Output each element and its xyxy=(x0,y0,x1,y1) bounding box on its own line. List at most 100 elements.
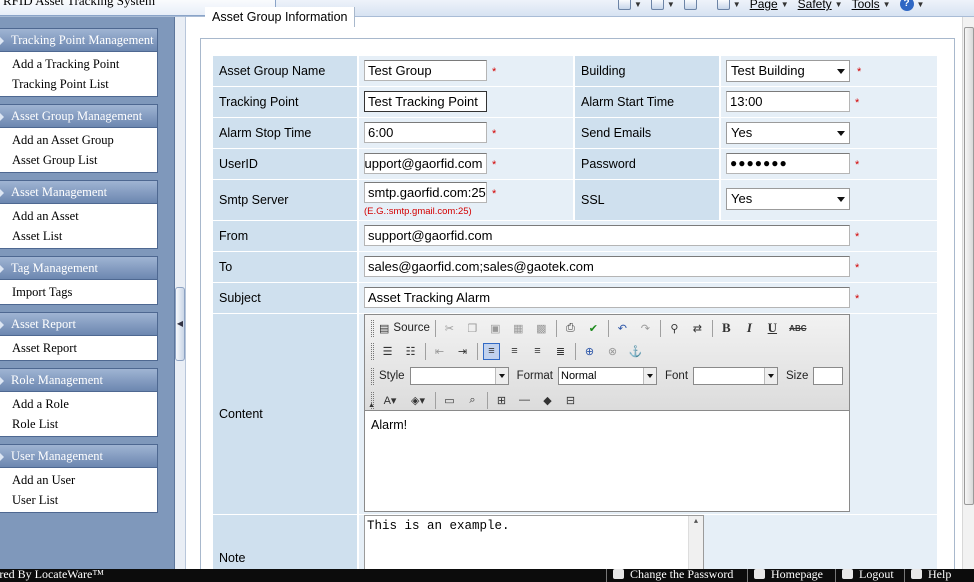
menu-header[interactable]: User Management xyxy=(0,444,158,468)
sidebar-item-add-user[interactable]: Add an User xyxy=(12,470,157,490)
sidebar-item-import-tags[interactable]: Import Tags xyxy=(12,282,157,302)
sidebar-item-add-tracking-point[interactable]: Add a Tracking Point xyxy=(12,54,157,74)
note-scrollbar[interactable]: ▲ xyxy=(688,516,703,574)
paste-text-icon[interactable]: ▦ xyxy=(510,320,527,337)
undo-icon[interactable]: ↶ xyxy=(614,320,631,337)
link-icon[interactable]: ⊕ xyxy=(581,343,598,360)
anchor-icon[interactable]: ⚓ xyxy=(627,343,644,360)
sidebar-item-asset-list[interactable]: Asset List xyxy=(12,226,157,246)
from-input[interactable]: support@gaorfid.com xyxy=(364,225,850,246)
cut-icon[interactable]: ✂ xyxy=(441,320,458,337)
align-center-icon[interactable]: ≡ xyxy=(506,343,523,360)
safety-menu[interactable]: Safety xyxy=(798,0,832,11)
unlink-icon[interactable]: ⊗ xyxy=(604,343,621,360)
text-color-icon[interactable]: A▾ xyxy=(379,392,401,409)
menu-header[interactable]: Tracking Point Management xyxy=(0,28,158,52)
source-button[interactable]: Source xyxy=(393,322,429,334)
menu-header[interactable]: Asset Management xyxy=(0,180,158,204)
collapse-sidebar-handle[interactable]: ◀ xyxy=(175,287,185,361)
tools-menu[interactable]: Tools xyxy=(852,0,880,11)
strikethrough-button[interactable]: ABC xyxy=(787,320,809,337)
sidebar-item-asset-group-list[interactable]: Asset Group List xyxy=(12,150,157,170)
replace-icon[interactable]: ⇄ xyxy=(689,320,706,337)
horizontal-rule-icon[interactable]: ― xyxy=(516,392,533,409)
scrollbar-thumb[interactable] xyxy=(964,27,974,505)
chevron-down-icon[interactable]: ▼ xyxy=(781,0,789,9)
numbered-list-icon[interactable]: ☰ xyxy=(379,343,396,360)
subject-input[interactable]: Asset Tracking Alarm xyxy=(364,287,850,308)
feed-icon[interactable] xyxy=(650,0,664,10)
alarm-start-input[interactable]: 13:00 xyxy=(726,91,850,112)
chevron-down-icon[interactable]: ▼ xyxy=(667,0,675,9)
outdent-icon[interactable]: ⇤ xyxy=(431,343,448,360)
sidebar-item-user-list[interactable]: User List xyxy=(12,490,157,510)
copy-icon[interactable]: ❐ xyxy=(464,320,481,337)
format-select[interactable]: Normal xyxy=(558,367,657,385)
background-color-icon[interactable]: ◈▾ xyxy=(407,392,429,409)
table-icon[interactable]: ⊞ xyxy=(493,392,510,409)
print-icon[interactable] xyxy=(716,0,730,10)
help-link[interactable]: Help xyxy=(904,569,951,582)
userid-input[interactable]: support@gaorfid.com xyxy=(364,153,487,174)
bulleted-list-icon[interactable]: ☷ xyxy=(402,343,419,360)
mail-icon[interactable] xyxy=(683,0,697,10)
style-select[interactable] xyxy=(409,367,509,385)
chevron-down-icon[interactable]: ▼ xyxy=(883,0,891,9)
paste-word-icon[interactable]: ▩ xyxy=(533,320,550,337)
page-break-icon[interactable]: ⊟ xyxy=(562,392,579,409)
sidebar-item-role-list[interactable]: Role List xyxy=(12,414,157,434)
to-input[interactable]: sales@gaorfid.com;sales@gaotek.com xyxy=(364,256,850,277)
sidebar-item-tracking-point-list[interactable]: Tracking Point List xyxy=(12,74,157,94)
special-char-icon[interactable]: ◆ xyxy=(539,392,556,409)
page-scrollbar[interactable] xyxy=(962,17,974,569)
menu-header[interactable]: Asset Report xyxy=(0,312,158,336)
sidebar-item-add-asset[interactable]: Add an Asset xyxy=(12,206,157,226)
note-textarea[interactable]: This is an example. ▲ xyxy=(364,515,704,575)
align-left-icon[interactable]: ≡ xyxy=(483,342,500,360)
page-menu[interactable]: Page xyxy=(750,0,778,11)
size-select[interactable] xyxy=(813,367,844,385)
tracking-point-input[interactable]: Test Tracking Point xyxy=(364,91,487,112)
preview-icon[interactable]: ⌕ xyxy=(464,392,481,409)
italic-button[interactable]: I xyxy=(741,320,758,337)
change-password-link[interactable]: Change the Password xyxy=(606,569,733,582)
send-emails-select[interactable]: Yes xyxy=(726,122,850,144)
logout-link[interactable]: Logout xyxy=(835,569,894,582)
sidebar-item-add-role[interactable]: Add a Role xyxy=(12,394,157,414)
menu-header[interactable]: Tag Management xyxy=(0,256,158,280)
redo-icon[interactable]: ↷ xyxy=(637,320,654,337)
chevron-down-icon[interactable]: ▼ xyxy=(835,0,843,9)
bold-button[interactable]: B xyxy=(718,320,735,337)
help-icon[interactable]: ? xyxy=(899,0,914,11)
print-icon[interactable]: ⎙ xyxy=(562,320,579,337)
editor-content-area[interactable]: Alarm! xyxy=(365,412,849,511)
indent-icon[interactable]: ⇥ xyxy=(454,343,471,360)
alarm-stop-input[interactable]: 6:00 xyxy=(364,122,487,143)
menu-group-asset-group: Asset Group Management Add an Asset Grou… xyxy=(0,104,158,173)
sidebar-splitter[interactable]: ◀ xyxy=(175,17,186,569)
find-icon[interactable]: ⚲ xyxy=(666,320,683,337)
chevron-down-icon[interactable]: ▼ xyxy=(917,0,925,9)
maximize-icon[interactable]: ▭ xyxy=(441,392,458,409)
source-icon[interactable]: ▤ xyxy=(379,320,389,337)
font-select[interactable] xyxy=(693,367,779,385)
home-icon[interactable] xyxy=(618,0,631,10)
chevron-down-icon[interactable]: ▼ xyxy=(733,0,741,9)
homepage-link[interactable]: Homepage xyxy=(747,569,823,582)
ssl-select[interactable]: Yes xyxy=(726,188,850,210)
password-input[interactable]: ●●●●●●● xyxy=(726,153,850,174)
sidebar-item-add-asset-group[interactable]: Add an Asset Group xyxy=(12,130,157,150)
sidebar-item-asset-report[interactable]: Asset Report xyxy=(12,338,157,358)
align-right-icon[interactable]: ≡ xyxy=(529,343,546,360)
editor-toolbar-collapse[interactable]: ▲ xyxy=(368,402,375,409)
paste-icon[interactable]: ▣ xyxy=(487,320,504,337)
spellcheck-icon[interactable]: ✔ xyxy=(585,320,602,337)
smtp-input[interactable]: smtp.gaorfid.com:25 xyxy=(364,182,487,203)
chevron-down-icon[interactable]: ▼ xyxy=(634,0,642,9)
align-justify-icon[interactable]: ≣ xyxy=(552,343,569,360)
underline-button[interactable]: U xyxy=(764,320,781,337)
menu-header[interactable]: Asset Group Management xyxy=(0,104,158,128)
asset-group-name-input[interactable]: Test Group xyxy=(364,60,487,81)
menu-header[interactable]: Role Management xyxy=(0,368,158,392)
building-select[interactable]: Test Building xyxy=(726,60,850,82)
